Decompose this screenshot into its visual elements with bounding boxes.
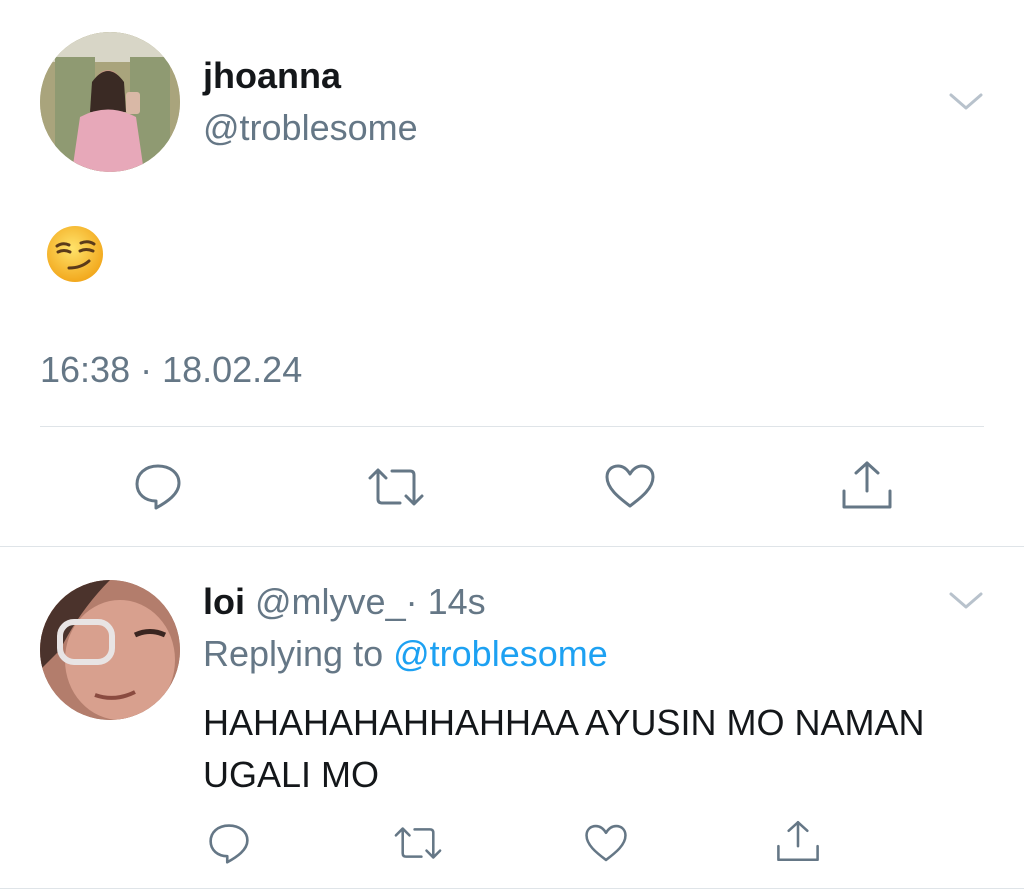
reply-text: HAHAHAHAHHAHHAA AYUSIN MO NAMAN UGALI MO [203, 702, 925, 795]
username-handle[interactable]: @mlyve_ [255, 581, 406, 622]
replying-to-handle-link[interactable]: @troblesome [393, 633, 608, 674]
display-name[interactable]: loi [203, 581, 245, 622]
retweet-icon[interactable] [367, 467, 425, 507]
avatar[interactable] [40, 580, 180, 720]
avatar[interactable] [40, 32, 180, 172]
share-icon[interactable] [840, 460, 894, 510]
divider [0, 888, 1024, 889]
like-icon[interactable] [604, 463, 656, 509]
share-icon[interactable] [775, 819, 821, 863]
reply-icon[interactable] [207, 822, 251, 864]
replying-to-label: Replying to [203, 633, 384, 674]
username-handle[interactable]: @troblesome [203, 107, 418, 149]
chevron-down-icon[interactable] [948, 89, 984, 118]
divider [0, 546, 1024, 547]
display-name[interactable]: jhoanna [203, 55, 341, 97]
like-icon[interactable] [584, 823, 628, 863]
smirking-face-icon [45, 224, 105, 284]
reply-header: loi @mlyve_· 14s [203, 581, 486, 623]
replying-to: Replying to @troblesome [203, 633, 608, 675]
reply-icon[interactable] [133, 462, 183, 510]
chevron-down-icon[interactable] [948, 588, 984, 617]
tweet-timestamp: 16:38 · 18.02.24 [40, 349, 303, 390]
retweet-icon[interactable] [393, 826, 443, 860]
reply-time: · 14s [405, 581, 486, 622]
divider [40, 426, 984, 427]
